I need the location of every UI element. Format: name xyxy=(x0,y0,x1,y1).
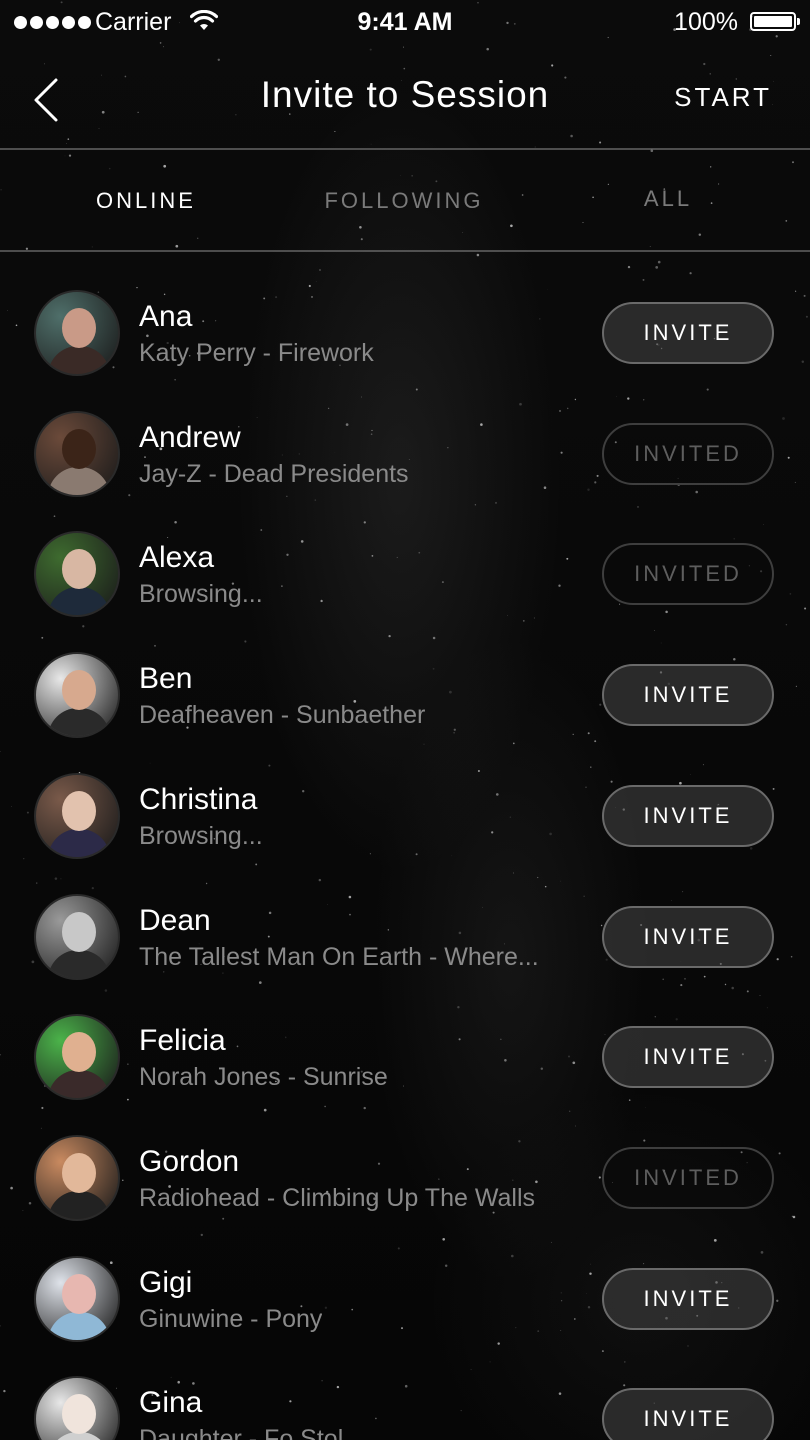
contact-name: Ana xyxy=(139,300,193,333)
contact-row[interactable]: Dean The Tallest Man On Earth - Where... I… xyxy=(0,854,810,980)
contact-row[interactable]: Gordon Radiohead - Climbing Up The Walls I… xyxy=(0,1095,810,1221)
invited-button[interactable]: INVITED xyxy=(602,1146,774,1209)
contact-name: Ben xyxy=(139,662,193,696)
invite-button[interactable]: INVITE xyxy=(602,1267,774,1330)
contact-status: Katy Perry - Firework xyxy=(139,339,374,367)
contact-status: Daughter - Fo Stol xyxy=(139,1425,344,1440)
contact-status: Browsing... xyxy=(139,580,263,609)
contact-row[interactable]: Gigi Ginuwine - Pony INVITE xyxy=(0,1216,810,1342)
navigation-bar: Invite to Session START xyxy=(0,44,810,148)
contact-status: Browsing... xyxy=(139,821,263,850)
invite-button[interactable]: INVITE xyxy=(602,302,774,364)
contact-name: Christina xyxy=(139,782,258,816)
tab-following[interactable]: FOLLOWING xyxy=(324,188,483,214)
invited-button[interactable]: INVITED xyxy=(602,422,774,485)
contact-name: Alexa xyxy=(139,541,215,575)
invite-button[interactable]: INVITE xyxy=(602,664,774,727)
avatar xyxy=(34,893,120,980)
avatar xyxy=(34,1014,120,1101)
contact-row[interactable]: Ana Katy Perry - Firework INVITE xyxy=(0,250,810,376)
avatar xyxy=(34,290,120,376)
contact-status: Ginuwine - Pony xyxy=(139,1304,323,1333)
filter-tabs: ONLINE FOLLOWING ALL xyxy=(0,150,810,250)
contact-row[interactable]: Andrew Jay-Z - Dead Presidents INVITED xyxy=(0,371,810,497)
invited-button[interactable]: INVITED xyxy=(602,543,774,606)
avatar xyxy=(34,772,120,859)
contact-row[interactable]: Felicia Norah Jones - Sunrise INVITE xyxy=(0,974,810,1101)
invite-button[interactable]: INVITE xyxy=(602,784,774,847)
contact-status: Norah Jones - Sunrise xyxy=(139,1063,388,1092)
avatar xyxy=(34,410,120,497)
contact-name: Dean xyxy=(139,903,211,937)
avatar xyxy=(34,1376,120,1440)
tab-all[interactable]: ALL xyxy=(644,186,692,212)
contact-status: Radiohead - Climbing Up The Walls xyxy=(139,1183,536,1212)
status-bar: Carrier 9:41 AM 100% xyxy=(0,0,810,44)
avatar xyxy=(34,1134,120,1221)
start-button[interactable]: START xyxy=(674,82,772,113)
invite-button[interactable]: INVITE xyxy=(602,1388,774,1440)
contact-name: Gigi xyxy=(139,1265,193,1299)
contact-status: Jay-Z - Dead Presidents xyxy=(139,459,409,488)
contact-status: The Tallest Man On Earth - Where... xyxy=(139,942,539,971)
avatar xyxy=(34,652,120,739)
invite-button[interactable]: INVITE xyxy=(602,905,774,968)
battery-icon xyxy=(750,12,800,31)
invite-button[interactable]: INVITE xyxy=(602,1026,774,1089)
avatar xyxy=(34,531,120,618)
avatar xyxy=(34,1255,120,1342)
contact-row[interactable]: Gina Daughter - Fo Stol INVITE xyxy=(0,1336,810,1440)
contact-name: Andrew xyxy=(139,420,241,454)
contact-name: Gina xyxy=(139,1386,203,1420)
battery-percentage: 100% xyxy=(674,8,738,36)
contact-name: Felicia xyxy=(139,1024,226,1058)
contact-row[interactable]: Christina Browsing... INVITE xyxy=(0,733,810,859)
tab-online[interactable]: ONLINE xyxy=(96,188,196,214)
contact-row[interactable]: Alexa Browsing... INVITED xyxy=(0,491,810,618)
contact-status: Deafheaven - Sunbaether xyxy=(139,701,426,730)
contact-name: Gordon xyxy=(139,1144,240,1178)
contact-row[interactable]: Ben Deafheaven - Sunbaether INVITE xyxy=(0,612,810,739)
